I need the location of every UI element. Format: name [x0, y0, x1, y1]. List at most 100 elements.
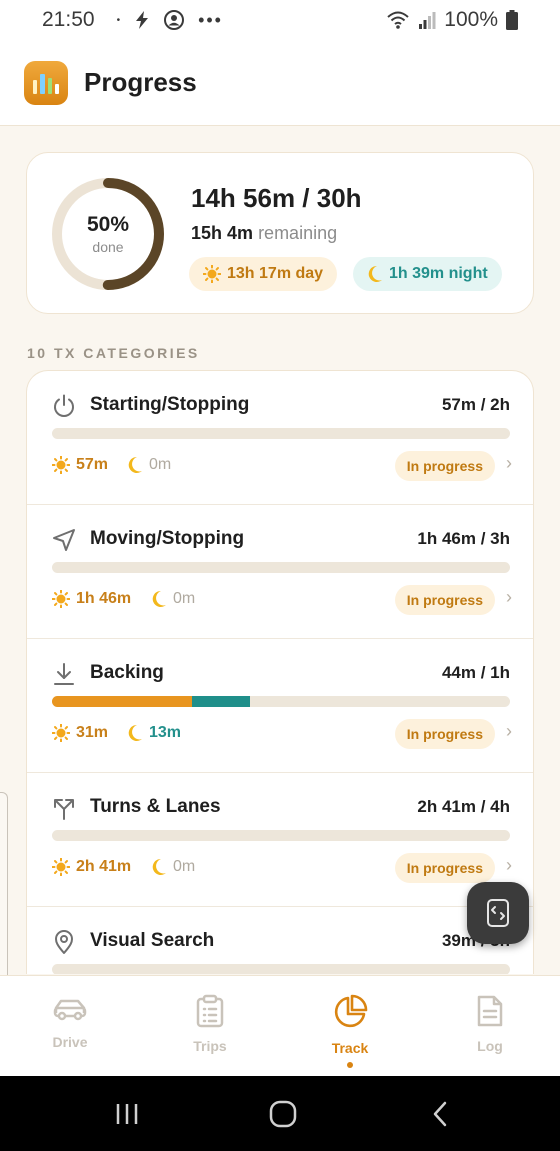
category-row[interactable]: Turns & Lanes 2h 41m / 4h 2h 41m 0m In p…	[27, 773, 533, 907]
chevron-right-icon: ›	[506, 453, 512, 473]
category-amount: 44m / 1h	[441, 663, 510, 682]
category-day-value: 31m	[76, 724, 109, 741]
status-time: 21:50	[42, 8, 95, 31]
progress-summary-card: 50% done 14h 56m / 30h 15h 4m remaining …	[26, 152, 534, 314]
nav-label: Drive	[52, 1034, 88, 1050]
chevron-right-icon: ›	[506, 587, 512, 607]
progress-percent: 50%	[86, 213, 130, 236]
signal-icon	[419, 12, 436, 29]
active-indicator	[347, 1062, 353, 1068]
category-day: 2h 41m	[52, 858, 131, 876]
screen-capture-button[interactable]	[467, 882, 529, 944]
nav-label: Track	[331, 1040, 369, 1056]
bolt-icon	[136, 11, 149, 29]
category-row[interactable]: Starting/Stopping 57m / 2h 57m 0m In pro…	[27, 371, 533, 505]
category-day: 57m	[52, 456, 108, 474]
clipboard-icon	[196, 994, 224, 1028]
status-badge: In progress	[394, 585, 495, 615]
category-amount: 57m / 2h	[441, 395, 510, 414]
sun-icon	[52, 724, 70, 742]
category-row[interactable]: Moving/Stopping 1h 46m / 3h 1h 46m 0m In…	[27, 505, 533, 639]
edge-panel-handle[interactable]	[0, 792, 8, 1006]
day-fill	[52, 696, 192, 707]
status-bar: 21:50 • ••• 100%	[0, 0, 560, 40]
moon-icon	[152, 858, 166, 875]
total-hours: 14h 56m / 30h	[191, 183, 362, 213]
nav-trips[interactable]: Trips	[160, 994, 260, 1074]
category-night-value: 0m	[173, 858, 196, 875]
sun-icon	[52, 456, 70, 474]
status-system-icons: 100%	[386, 8, 518, 32]
nav-drive[interactable]: Drive	[20, 994, 120, 1074]
recent-apps-icon[interactable]	[112, 1100, 142, 1128]
back-icon[interactable]	[426, 1100, 456, 1128]
map-pin-icon	[55, 930, 73, 954]
bottom-navigation: Drive Trips Track Log	[0, 975, 560, 1076]
category-row[interactable]: Backing 44m / 1h 31m 13m In progress ›	[27, 639, 533, 773]
category-day-value: 2h 41m	[76, 858, 132, 875]
category-progress-bar	[52, 830, 510, 841]
page-title: Progress	[84, 67, 197, 97]
category-list: Starting/Stopping 57m / 2h 57m 0m In pro…	[26, 370, 534, 974]
battery-percent: 100%	[444, 8, 498, 31]
more-dots-icon: •••	[198, 9, 223, 30]
category-night: 13m	[127, 724, 181, 742]
remaining-value: 15h 4m	[191, 223, 254, 243]
category-day-value: 1h 46m	[76, 590, 132, 607]
home-icon[interactable]	[268, 1100, 298, 1128]
nav-label: Trips	[193, 1038, 227, 1054]
moon-icon	[128, 456, 142, 473]
pie-chart-icon	[334, 994, 368, 1028]
night-hours-badge: 1h 39m night	[353, 257, 502, 291]
nav-label: Log	[477, 1038, 503, 1054]
car-icon	[53, 999, 87, 1021]
scroll-capture-icon	[487, 899, 509, 927]
battery-icon	[506, 10, 518, 30]
account-circle-icon	[164, 10, 185, 30]
moon-icon	[152, 590, 166, 607]
category-name: Moving/Stopping	[90, 528, 245, 549]
sun-icon	[203, 265, 221, 283]
category-night-value: 0m	[149, 456, 172, 473]
category-night: 0m	[127, 456, 171, 474]
document-icon	[477, 995, 503, 1027]
split-arrows-icon	[54, 799, 74, 820]
remaining-hours: 15h 4m remaining	[191, 223, 337, 244]
category-progress-bar	[52, 696, 510, 707]
sun-icon	[52, 590, 70, 608]
category-day: 1h 46m	[52, 590, 131, 608]
category-night: 0m	[151, 590, 195, 608]
navigation-arrow-icon	[53, 529, 75, 551]
status-badge: In progress	[394, 719, 495, 749]
progress-done-label: done	[92, 239, 124, 255]
moon-icon	[128, 724, 142, 741]
category-amount: 2h 41m / 4h	[417, 797, 510, 816]
category-amount: 1h 46m / 3h	[417, 529, 510, 548]
bar-chart-app-icon	[24, 60, 68, 105]
category-name: Visual Search	[90, 930, 215, 951]
nav-log[interactable]: Log	[440, 994, 540, 1074]
power-icon	[54, 394, 74, 417]
app-header: Progress	[0, 40, 560, 126]
chevron-right-icon: ›	[506, 855, 512, 875]
category-name: Starting/Stopping	[90, 394, 250, 415]
status-badge: In progress	[394, 451, 495, 481]
download-arrow-icon	[54, 663, 74, 685]
category-progress-bar	[52, 964, 510, 974]
day-hours-badge: 13h 17m day	[189, 257, 338, 291]
category-row[interactable]: Visual Search 39m / 3h	[27, 907, 533, 974]
night-fill	[191, 696, 251, 707]
remaining-label: remaining	[258, 223, 338, 243]
wifi-icon	[387, 11, 409, 29]
category-day: 31m	[52, 724, 108, 742]
night-hours-text: 1h 39m night	[389, 265, 488, 282]
category-night-value: 13m	[149, 724, 182, 741]
category-night: 0m	[151, 858, 195, 876]
status-notification-icons: • •••	[117, 10, 223, 31]
category-progress-bar	[52, 428, 510, 439]
status-badge: In progress	[394, 853, 495, 883]
nav-track[interactable]: Track	[300, 994, 400, 1074]
chevron-right-icon: ›	[506, 721, 512, 741]
category-name: Turns & Lanes	[90, 796, 221, 817]
category-day-value: 57m	[76, 456, 109, 473]
